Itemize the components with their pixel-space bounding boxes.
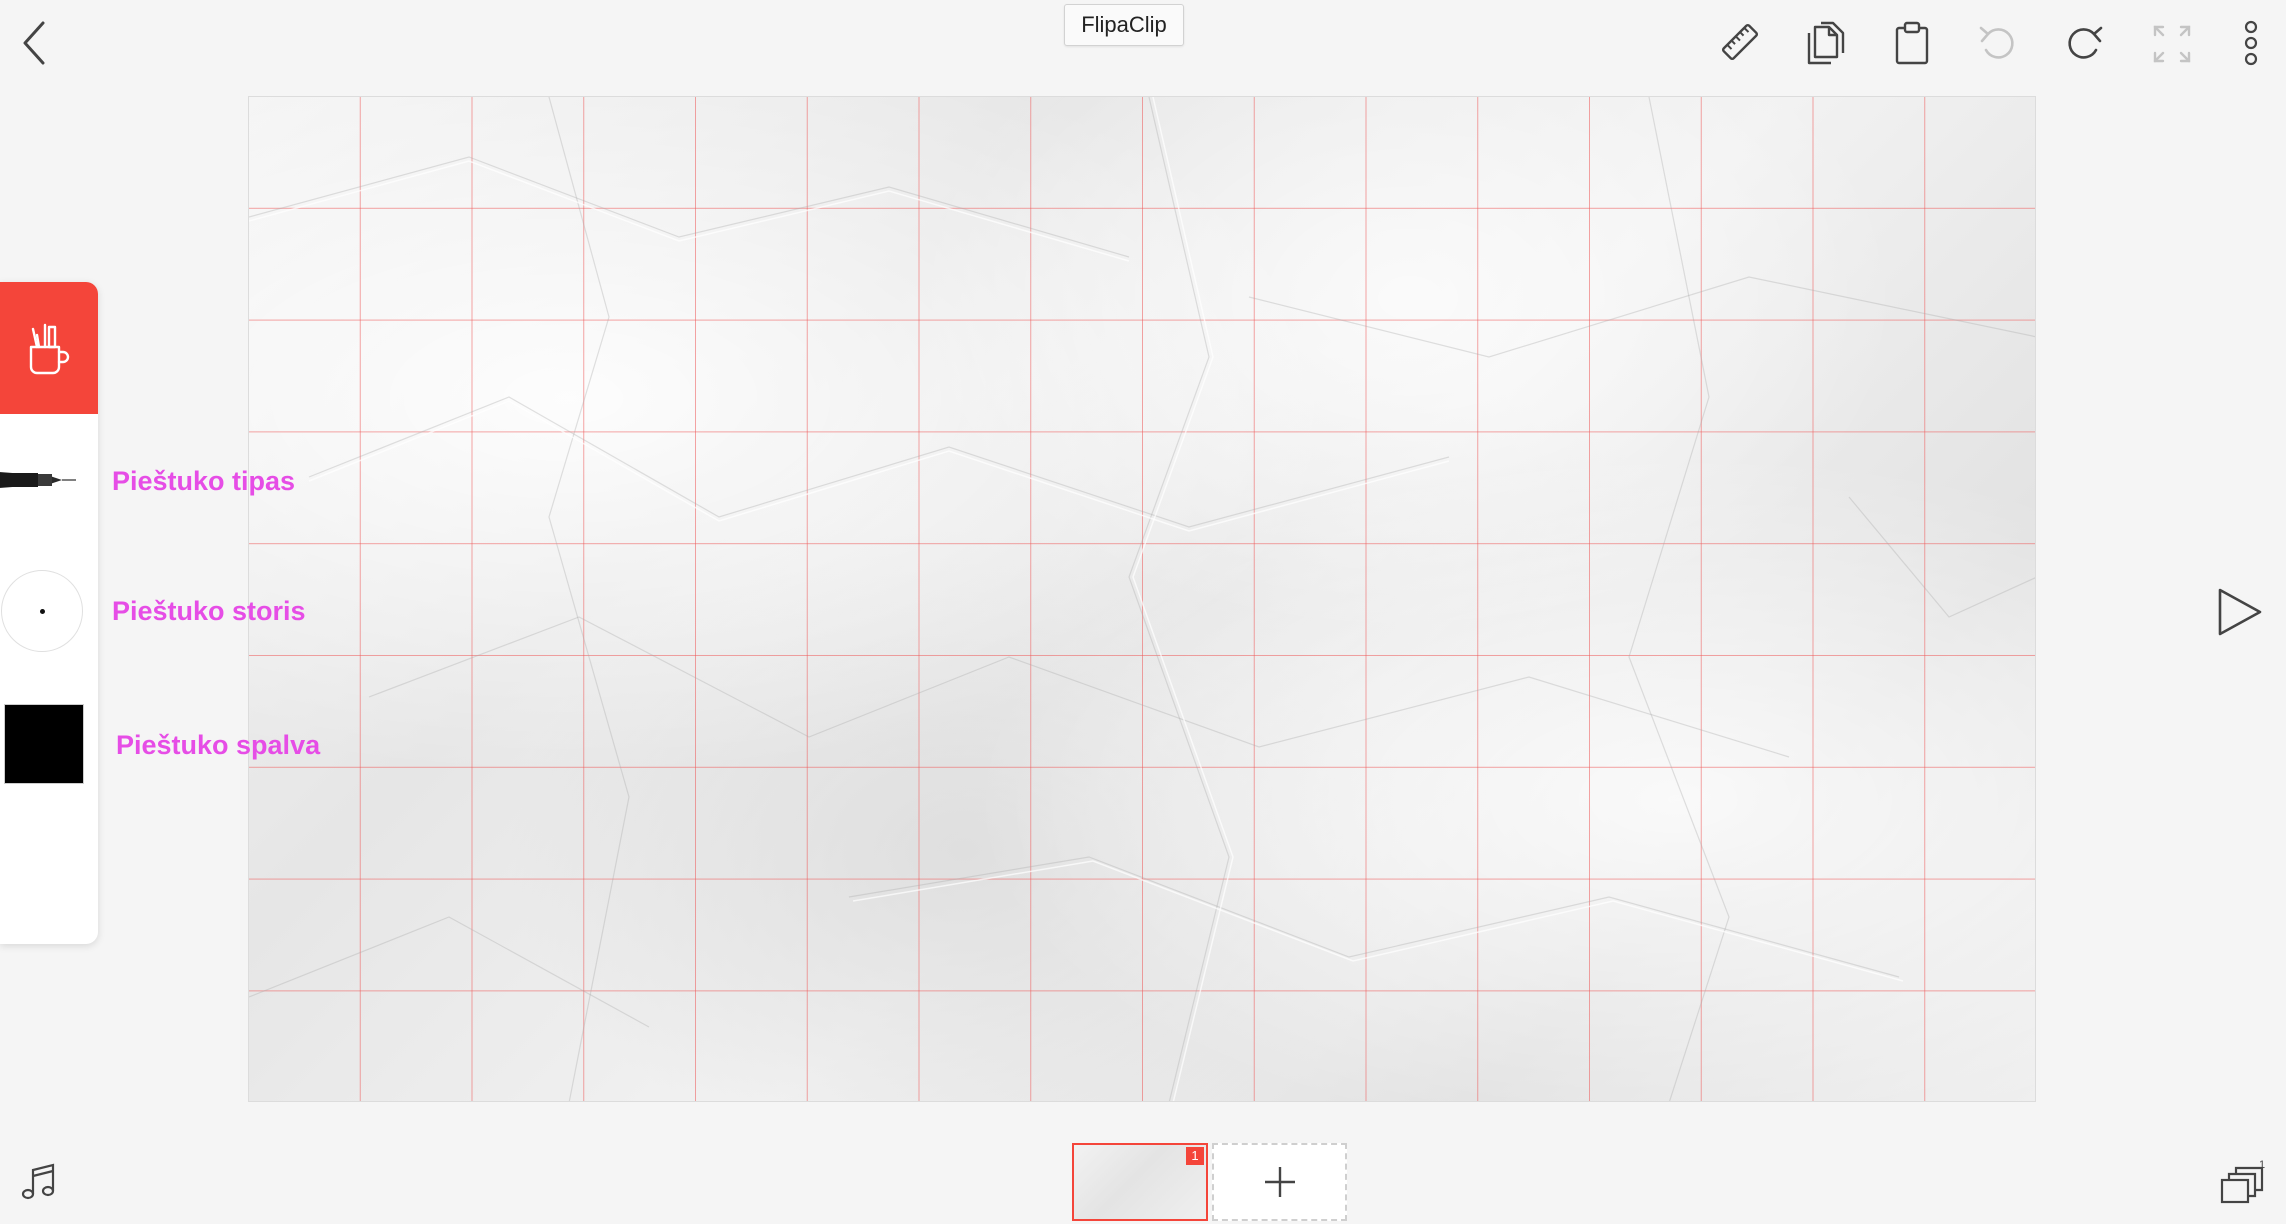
paste-icon [1895,21,1929,65]
undo-button[interactable] [1976,20,2020,64]
copy-icon [1807,21,1845,65]
paper-texture [249,97,2035,1101]
ruler-icon [1721,23,1759,61]
frame-number-badge: 1 [1186,1147,1204,1165]
copy-button[interactable] [1804,20,1848,66]
ruler-button[interactable] [1718,20,1762,64]
paste-button[interactable] [1890,20,1934,66]
fullscreen-icon [2153,25,2191,63]
more-button[interactable] [2236,18,2266,68]
back-icon [23,21,45,65]
app-title: FlipaClip [1064,4,1184,46]
brush-type-button[interactable] [0,442,98,522]
layers-button[interactable]: 1 [2218,1158,2268,1208]
layers-icon: 1 [2220,1160,2265,1204]
svg-text:1: 1 [2259,1160,2265,1171]
brush-type-annotation: Pieštuko tipas [112,466,296,496]
brush-size-annotation: Pieštuko storis [112,596,306,626]
play-icon [2218,588,2262,636]
music-button[interactable] [18,1160,60,1204]
undo-icon [1979,26,2014,59]
drawing-canvas[interactable] [248,96,2036,1102]
fullscreen-button[interactable] [2150,22,2194,66]
brush-size-dot [40,609,45,614]
redo-icon [2068,26,2103,59]
brush-size-button[interactable] [1,570,83,652]
tool-panel [0,282,98,944]
app-root: FlipaClip Pieštuko tipas Pieštuko storis… [0,0,2286,1224]
redo-button[interactable] [2062,20,2106,64]
pen-icon [0,472,76,488]
back-button[interactable] [14,18,54,68]
brush-cup-icon [29,323,70,375]
brush-color-annotation: Pieštuko spalva [116,730,321,760]
brush-color-swatch[interactable] [4,704,84,784]
add-frame-button[interactable] [1212,1143,1347,1221]
plus-icon [1264,1167,1295,1197]
tools-menu-button[interactable] [0,282,98,414]
music-icon [21,1163,55,1200]
play-button[interactable] [2214,586,2266,638]
frame-thumbnail[interactable]: 1 [1072,1143,1208,1221]
more-icon [2244,20,2258,66]
